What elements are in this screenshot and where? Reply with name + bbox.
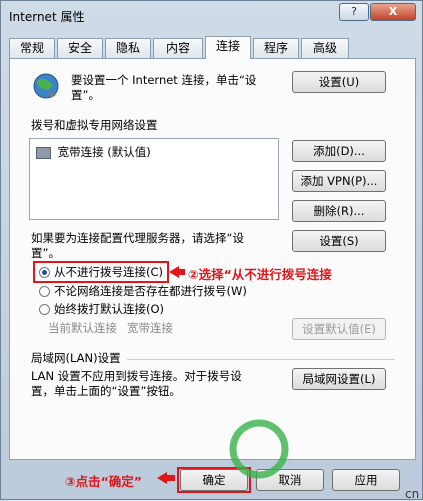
settings-button[interactable]: 设置(S) — [292, 230, 386, 252]
setup-text-line2: 置”。 — [71, 88, 100, 102]
section-divider — [127, 359, 395, 360]
add-vpn-button[interactable]: 添加 VPN(P)... — [292, 170, 386, 192]
radio-always-dial-label[interactable]: 不论网络连接是否存在都进行拨号(W) — [54, 284, 247, 299]
setup-text-line1: 要设置一个 Internet 连接，单击“设 — [71, 73, 257, 87]
close-button[interactable]: X — [370, 3, 416, 21]
add-button[interactable]: 添加(D)... — [292, 140, 386, 162]
radio-default-dial-label[interactable]: 始终拨打默认连接(O) — [54, 302, 164, 317]
globe-icon — [33, 73, 59, 99]
apply-button[interactable]: 应用 — [332, 469, 400, 491]
network-connection-icon — [36, 146, 51, 159]
delete-button[interactable]: 删除(R)... — [292, 200, 386, 222]
connection-list[interactable]: 宽带连接 (默认值) — [29, 138, 279, 220]
tab-connections[interactable]: 连接 — [205, 36, 251, 59]
lan-text-line2: 置，单击上面的“设置”按钮。 — [31, 384, 181, 398]
proxy-text-line1: 如果要为连接配置代理服务器，请选择“设 — [31, 231, 244, 245]
tab-content[interactable]: 内容 — [153, 38, 203, 58]
proxy-text-line2: 置”。 — [31, 246, 60, 260]
arrow-icon — [169, 266, 185, 278]
watermark-text: cn — [405, 487, 420, 501]
current-default-label: 当前默认连接 — [48, 321, 117, 335]
annotation-step3: ③点击“确定” — [65, 474, 143, 489]
window-title: Internet 属性 — [9, 10, 85, 24]
set-default-button[interactable]: 设置默认值(E) — [292, 318, 386, 340]
arrow-icon — [157, 472, 175, 484]
watermark-logo — [229, 419, 289, 479]
annotation-step2: ②选择“从不进行拨号连接 — [188, 267, 332, 282]
title-bar: Internet 属性 ? X — [1, 1, 422, 31]
tab-advanced[interactable]: 高级 — [301, 38, 349, 58]
radio-always-dial[interactable] — [39, 286, 50, 297]
internet-properties-window: Internet 属性 ? X 常规 安全 隐私 内容 连接 程序 高级 要设置… — [0, 0, 423, 501]
tab-privacy[interactable]: 隐私 — [105, 38, 151, 58]
lan-heading: 局域网(LAN)设置 — [31, 351, 121, 365]
dialup-heading: 拨号和虚拟专用网络设置 — [31, 118, 158, 132]
tab-programs[interactable]: 程序 — [253, 38, 299, 58]
setup-button[interactable]: 设置(U) — [292, 71, 386, 93]
current-default-value: 宽带连接 — [127, 321, 173, 335]
highlight-box — [33, 261, 169, 283]
list-item-label: 宽带连接 (默认值) — [57, 145, 151, 159]
tab-general[interactable]: 常规 — [9, 38, 55, 58]
list-item[interactable]: 宽带连接 (默认值) — [36, 144, 151, 160]
radio-default-dial[interactable] — [39, 304, 50, 315]
lan-text-line1: LAN 设置不应用到拨号连接。对于拨号设 — [31, 369, 242, 383]
lan-settings-button[interactable]: 局域网设置(L) — [292, 368, 386, 390]
help-button[interactable]: ? — [339, 3, 369, 21]
tab-security[interactable]: 安全 — [57, 38, 103, 58]
